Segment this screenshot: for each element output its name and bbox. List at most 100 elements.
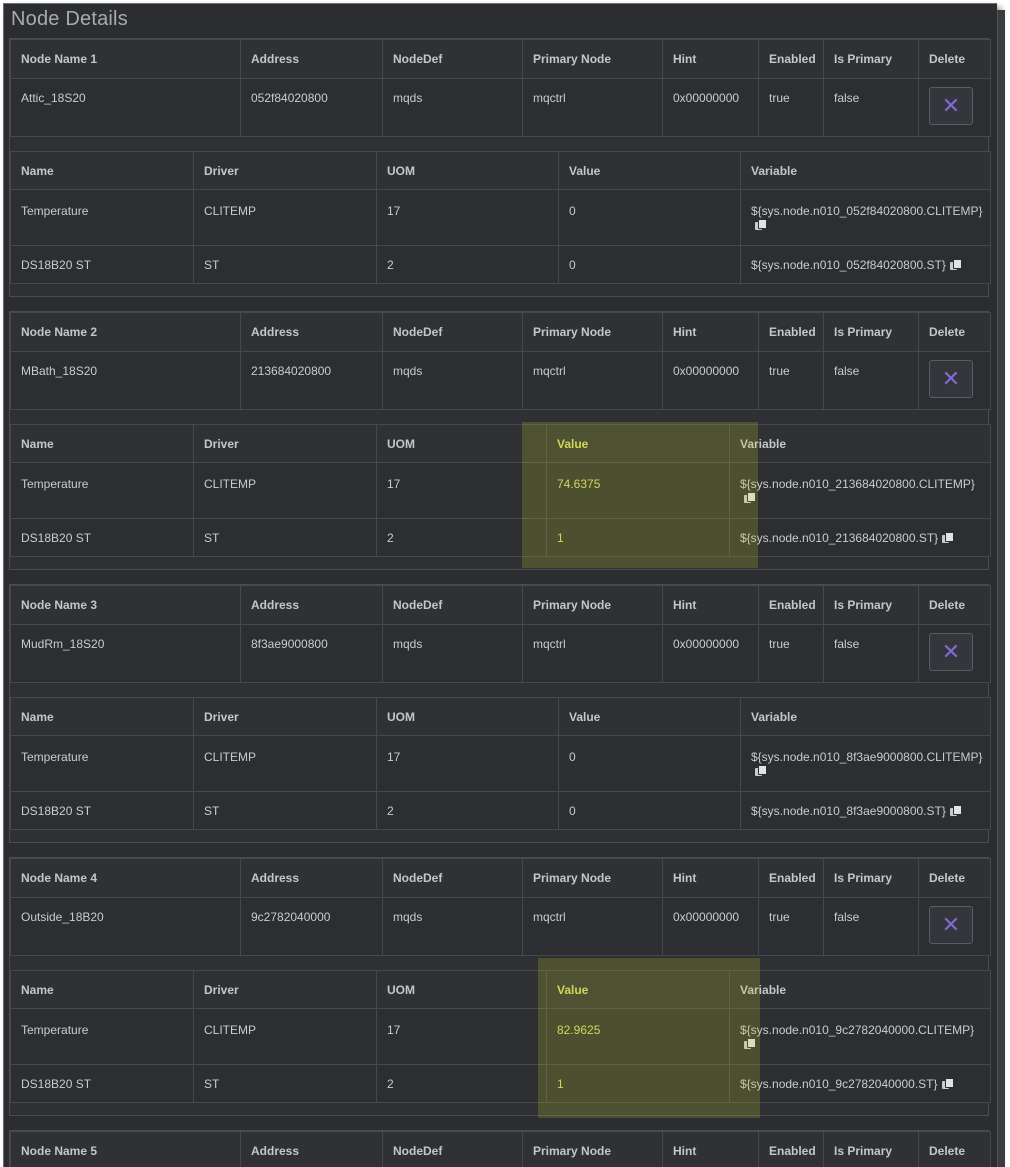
col-hint: Hint <box>662 858 759 898</box>
spacer <box>10 137 988 151</box>
copy-icon[interactable] <box>941 1078 954 1089</box>
col-driver: Driver <box>193 424 377 463</box>
driver-table: Name Driver UOM Value Variable Temperatu… <box>10 970 991 1103</box>
driver-variable-cell: ${sys.node.n010_052f84020800.CLITEMP} <box>740 189 991 246</box>
driver-uom: 17 <box>376 1008 547 1065</box>
col-enabled: Enabled <box>758 312 824 352</box>
col-primary-node: Primary Node <box>522 858 663 898</box>
driver-code: ST <box>193 245 377 284</box>
driver-value: 0 <box>558 791 741 830</box>
driver-uom: 17 <box>376 462 547 519</box>
scrollbar[interactable] <box>997 10 1005 1167</box>
table-row: MudRm_18S20 8f3ae9000800 mqds mqctrl 0x0… <box>10 624 991 683</box>
driver-value: 1 <box>546 1064 730 1103</box>
driver-variable: ${sys.node.n010_213684020800.CLITEMP} <box>740 477 975 491</box>
driver-code: CLITEMP <box>193 189 377 246</box>
col-is-primary: Is Primary <box>823 1131 919 1167</box>
driver-variable: ${sys.node.n010_9c2782040000.CLITEMP} <box>740 1023 975 1037</box>
col-nodedef: NodeDef <box>382 585 523 625</box>
col-variable: Variable <box>740 697 991 736</box>
node-primary: mqctrl <box>522 351 663 410</box>
delete-cell: ✕ <box>918 351 991 410</box>
delete-button[interactable]: ✕ <box>929 360 973 398</box>
col-uom: UOM <box>376 424 547 463</box>
col-value: Value <box>558 697 741 736</box>
col-hint: Hint <box>662 312 759 352</box>
copy-icon[interactable] <box>755 765 767 776</box>
delete-button[interactable]: ✕ <box>929 87 973 125</box>
col-delete: Delete <box>918 858 991 898</box>
table-row: Temperature CLITEMP 17 0 ${sys.node.n010… <box>10 735 991 792</box>
node-block-5: Node Name 5 Address NodeDef Primary Node… <box>9 1130 991 1167</box>
copy-icon[interactable] <box>949 805 962 816</box>
driver-variable-cell: ${sys.node.n010_8f3ae9000800.CLITEMP} <box>740 735 991 792</box>
driver-variable: ${sys.node.n010_8f3ae9000800.ST} <box>751 804 946 818</box>
driver-uom: 2 <box>376 518 547 557</box>
page-title: Node Details <box>11 8 128 30</box>
close-x-icon: ✕ <box>941 366 961 391</box>
table-row: DS18B20 ST ST 2 0 ${sys.node.n010_8f3ae9… <box>10 791 991 830</box>
driver-code: ST <box>193 1064 377 1103</box>
driver-name: Temperature <box>10 189 194 246</box>
col-value: Value <box>558 151 741 190</box>
delete-button[interactable]: ✕ <box>929 906 973 944</box>
driver-variable: ${sys.node.n010_213684020800.ST} <box>740 531 939 545</box>
col-variable: Variable <box>729 424 991 463</box>
delete-cell: ✕ <box>918 624 991 683</box>
copy-icon[interactable] <box>744 1038 756 1049</box>
driver-variable-cell: ${sys.node.n010_8f3ae9000800.ST} <box>740 791 991 830</box>
driver-uom: 17 <box>376 189 559 246</box>
node-hint: 0x00000000 <box>662 78 759 137</box>
window-frame: Node Details Node Name 1 Address NodeDef… <box>3 3 997 1167</box>
driver-name: DS18B20 ST <box>10 245 194 284</box>
col-driver: Driver <box>193 970 377 1009</box>
col-value: Value <box>546 970 730 1009</box>
node-table: Node Name 5 Address NodeDef Primary Node… <box>10 1131 991 1167</box>
node-hint: 0x00000000 <box>662 897 759 956</box>
node-nodedef: mqds <box>382 78 523 137</box>
col-address: Address <box>240 39 383 79</box>
copy-icon[interactable] <box>755 219 767 230</box>
col-hint: Hint <box>662 585 759 625</box>
col-delete: Delete <box>918 312 991 352</box>
delete-cell: ✕ <box>918 78 991 137</box>
col-primary-node: Primary Node <box>522 39 663 79</box>
driver-variable: ${sys.node.n010_052f84020800.ST} <box>751 258 946 272</box>
table-row: DS18B20 ST ST 2 0 ${sys.node.n010_052f84… <box>10 245 991 284</box>
node-enabled: true <box>758 624 824 683</box>
delete-button[interactable]: ✕ <box>929 633 973 671</box>
node-table: Node Name 3 Address NodeDef Primary Node… <box>10 585 991 683</box>
driver-value: 1 <box>546 518 730 557</box>
driver-uom: 17 <box>376 735 559 792</box>
col-primary-node: Primary Node <box>522 585 663 625</box>
driver-uom: 2 <box>376 245 559 284</box>
copy-icon[interactable] <box>942 532 955 543</box>
spacer <box>10 956 988 970</box>
node-is-primary: false <box>823 624 919 683</box>
node-address: 052f84020800 <box>240 78 383 137</box>
col-name: Name <box>10 151 194 190</box>
driver-variable: ${sys.node.n010_9c2782040000.ST} <box>740 1077 938 1091</box>
driver-value: 0 <box>558 189 741 246</box>
node-nodedef: mqds <box>382 624 523 683</box>
node-address: 9c2782040000 <box>240 897 383 956</box>
col-variable: Variable <box>729 970 991 1009</box>
node-block-3: Node Name 3 Address NodeDef Primary Node… <box>9 584 991 843</box>
col-node-name: Node Name 3 <box>10 585 241 625</box>
col-delete: Delete <box>918 39 991 79</box>
col-hint: Hint <box>662 39 759 79</box>
col-driver: Driver <box>193 697 377 736</box>
copy-icon[interactable] <box>744 492 756 503</box>
node-table: Node Name 1 Address NodeDef Primary Node… <box>10 39 991 137</box>
col-value: Value <box>546 424 730 463</box>
node-list: Node Name 1 Address NodeDef Primary Node… <box>9 38 991 1167</box>
copy-icon[interactable] <box>949 259 962 270</box>
node-nodedef: mqds <box>382 351 523 410</box>
node-table: Node Name 2 Address NodeDef Primary Node… <box>10 312 991 410</box>
driver-code: CLITEMP <box>193 735 377 792</box>
col-is-primary: Is Primary <box>823 858 919 898</box>
spacer <box>10 410 988 424</box>
col-node-name: Node Name 5 <box>10 1131 241 1167</box>
node-address: 8f3ae9000800 <box>240 624 383 683</box>
driver-table: Name Driver UOM Value Variable Temperatu… <box>10 697 991 830</box>
